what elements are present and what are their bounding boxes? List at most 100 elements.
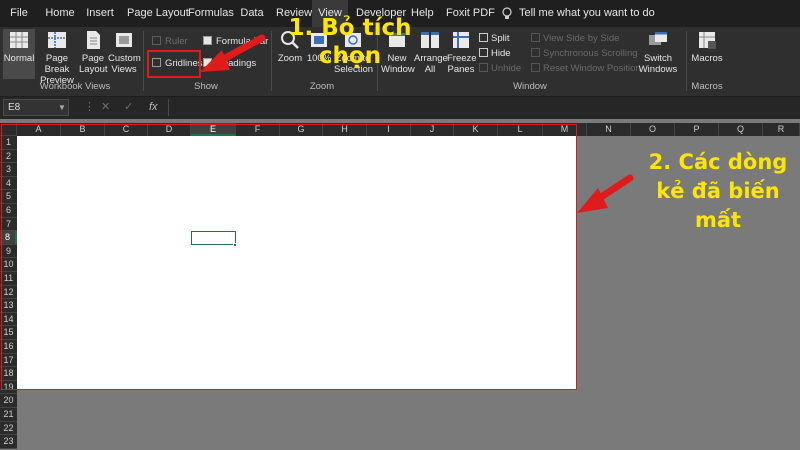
column-header[interactable]: R (763, 123, 800, 136)
normal-view-button[interactable]: Normal (3, 29, 35, 79)
step2-annotation: 2. Các dòng kẻ đã biến mất (633, 148, 800, 235)
headings-checkbox[interactable]: Headings (203, 58, 256, 70)
column-header[interactable]: L (498, 123, 543, 136)
headings-checkbox-label: Headings (216, 58, 257, 69)
column-header[interactable]: J (411, 123, 454, 136)
tab-data[interactable]: Data (240, 0, 264, 27)
reset-window-position-button[interactable]: Reset Window Position (531, 63, 641, 75)
column-header[interactable]: Q (719, 123, 763, 136)
freeze-panes-label: Freeze Panes (447, 53, 477, 75)
row-header[interactable]: 18 (0, 367, 17, 381)
headings-checkbox-box (203, 58, 212, 67)
unhide-button[interactable]: Unhide (479, 63, 521, 75)
hide-label: Hide (491, 48, 511, 59)
row-header[interactable]: 3 (0, 163, 17, 177)
ruler-checkbox-label: Ruler (165, 36, 188, 47)
column-header[interactable]: D (148, 123, 191, 136)
column-header[interactable]: I (367, 123, 411, 136)
column-header[interactable]: K (454, 123, 498, 136)
fill-handle[interactable] (233, 243, 237, 247)
row-header[interactable]: 14 (0, 312, 17, 327)
column-header[interactable]: P (675, 123, 719, 136)
active-cell[interactable] (191, 231, 236, 245)
tell-me-search[interactable]: Tell me what you want to do (519, 0, 655, 27)
synchronous-scrolling-button[interactable]: Synchronous Scrolling (531, 48, 638, 60)
step2-line2: kẻ đã biến (656, 179, 780, 203)
row-header[interactable]: 10 (0, 258, 17, 272)
row-header[interactable]: 17 (0, 353, 17, 368)
row-header[interactable]: 1 (0, 136, 17, 150)
formula-input[interactable] (168, 99, 798, 116)
reset-window-position-label: Reset Window Position (543, 63, 641, 74)
column-header[interactable]: O (631, 123, 675, 136)
workbook-views-group-label: Workbook Views (39, 81, 111, 92)
column-header[interactable]: C (105, 123, 148, 136)
custom-views-button[interactable]: Custom Views (108, 29, 141, 75)
row-header[interactable]: 23 (0, 435, 17, 449)
view-side-by-side-label: View Side by Side (543, 33, 620, 44)
custom-views-label: Custom Views (108, 53, 141, 75)
page-break-preview-button[interactable]: Page Break Preview (36, 29, 78, 86)
row-header[interactable]: 9 (0, 244, 17, 259)
row-header[interactable]: 19 (0, 380, 17, 395)
more-options-icon: ⋮ (84, 101, 95, 113)
row-header[interactable]: 2 (0, 149, 17, 164)
column-header[interactable]: G (280, 123, 323, 136)
column-header[interactable]: F (236, 123, 280, 136)
step1-line2: chọn (318, 43, 382, 69)
row-header[interactable]: 22 (0, 421, 17, 436)
select-all-corner[interactable] (0, 123, 17, 136)
column-header[interactable]: M (543, 123, 587, 136)
macros-button[interactable]: Macros (690, 29, 724, 64)
zoom-group-label: Zoom (309, 81, 335, 92)
formula-bar-checkbox[interactable]: Formula Bar (203, 36, 268, 48)
hide-button[interactable]: Hide (479, 48, 511, 60)
row-header[interactable]: 15 (0, 326, 17, 340)
row-header[interactable]: 4 (0, 176, 17, 191)
tab-file[interactable]: File (8, 0, 30, 27)
row-header[interactable]: 7 (0, 217, 17, 232)
row-header[interactable]: 6 (0, 204, 17, 218)
tab-foxit-pdf[interactable]: Foxit PDF (446, 0, 495, 27)
step2-line3: mất (694, 208, 742, 232)
row-header[interactable]: 21 (0, 408, 17, 422)
cell-grid[interactable] (17, 136, 577, 389)
insert-function-button[interactable]: fx (149, 99, 158, 116)
view-side-by-side-button[interactable]: View Side by Side (531, 33, 619, 45)
step1-line1: 1. Bỏ tích (288, 15, 412, 41)
split-button[interactable]: Split (479, 33, 509, 45)
macros-icon (699, 32, 716, 49)
tab-insert[interactable]: Insert (85, 0, 115, 27)
tab-formulas[interactable]: Formulas (188, 0, 234, 27)
ruler-checkbox[interactable]: Ruler (152, 36, 188, 48)
cancel-icon[interactable]: ✕ (101, 99, 110, 116)
tab-home[interactable]: Home (44, 0, 76, 27)
switch-windows-button[interactable]: Switch Windows (638, 29, 678, 75)
page-layout-button[interactable]: Page Layout (79, 29, 108, 75)
row-header[interactable]: 12 (0, 285, 17, 300)
step2-line1: 2. Các dòng (648, 150, 788, 174)
row-header[interactable]: 20 (0, 394, 17, 408)
page-break-preview-icon (48, 32, 66, 48)
freeze-panes-icon (453, 32, 469, 48)
step1-annotation: 1. Bỏ tích chọn (270, 14, 430, 70)
column-header[interactable]: E (191, 123, 236, 136)
chevron-down-icon[interactable]: ▼ (58, 99, 66, 116)
column-header[interactable]: B (61, 123, 105, 136)
formula-bar-checkbox-label: Formula Bar (216, 36, 269, 47)
row-header[interactable]: 11 (0, 272, 17, 286)
row-header[interactable]: 5 (0, 190, 17, 204)
row-header[interactable]: 16 (0, 340, 17, 354)
lightbulb-icon (502, 7, 512, 19)
tab-page-layout[interactable]: Page Layout (127, 0, 189, 27)
macros-group-label: Macros (691, 81, 723, 92)
ruler-checkbox-box (152, 36, 161, 45)
check-icon[interactable]: ✓ (124, 99, 133, 116)
freeze-panes-button[interactable]: Freeze Panes (447, 29, 477, 75)
column-header[interactable]: A (17, 123, 61, 136)
reset-window-position-icon (531, 63, 540, 72)
column-header[interactable]: H (323, 123, 367, 136)
row-header[interactable]: 13 (0, 299, 17, 313)
column-header[interactable]: N (587, 123, 631, 136)
row-header[interactable]: 8 (0, 231, 17, 245)
